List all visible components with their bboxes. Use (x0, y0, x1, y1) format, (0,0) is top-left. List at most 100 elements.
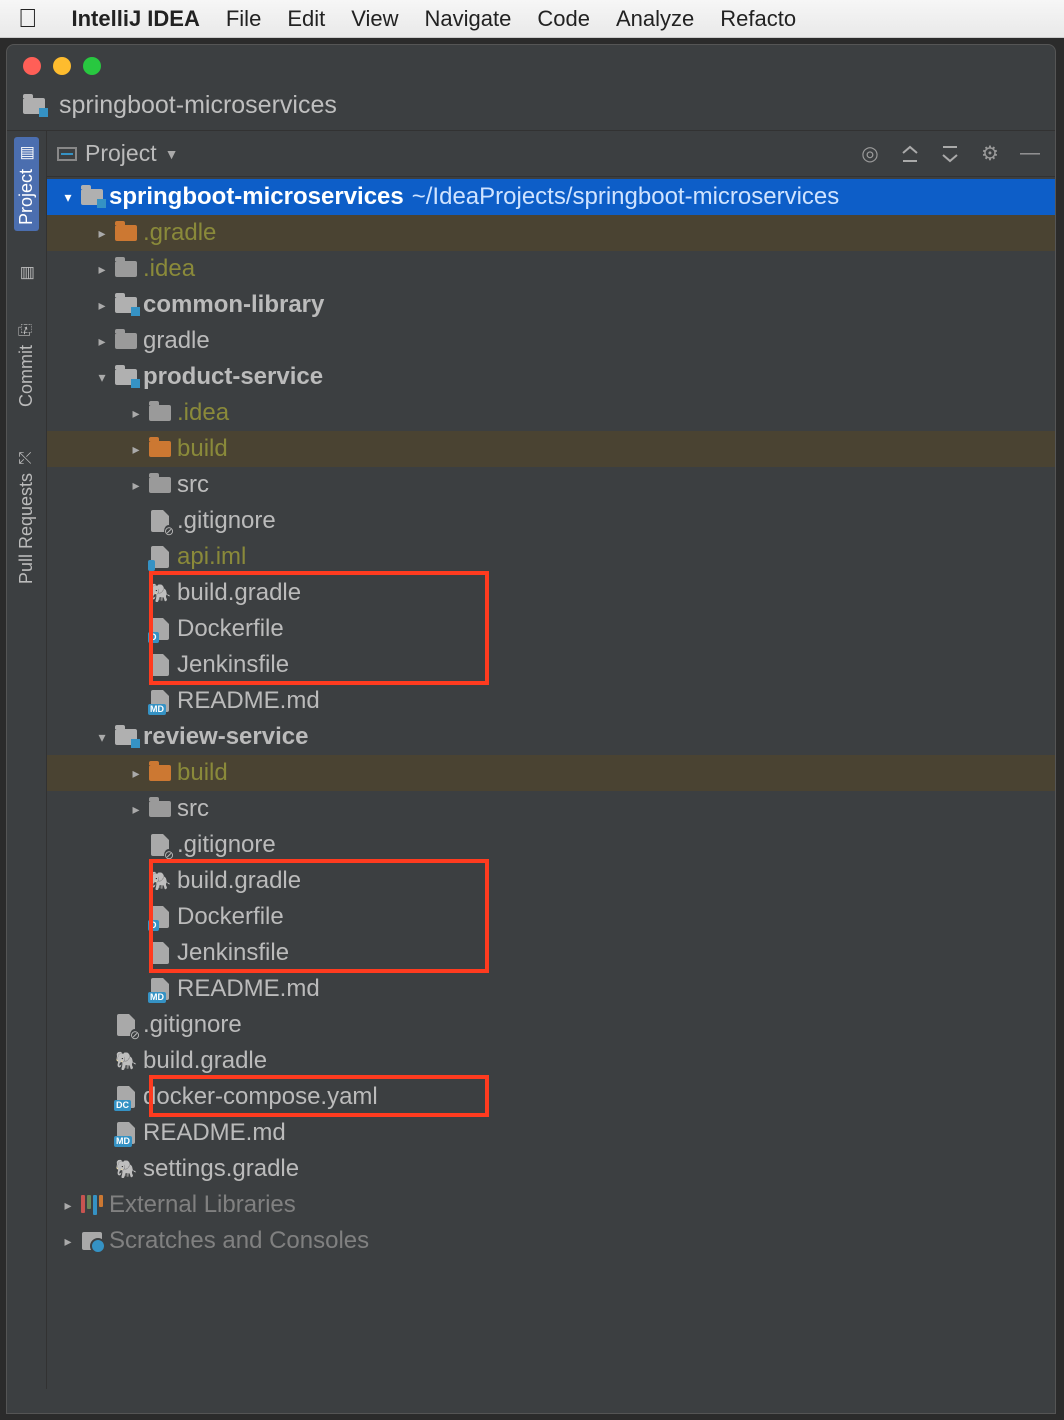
ide-window: springboot-microservices Project ▥ ▤ Com… (6, 44, 1056, 1414)
tree-row-ps-readme[interactable]: MDREADME.md (47, 683, 1055, 719)
tree-row-ps-apiiml[interactable]: api.iml (47, 539, 1055, 575)
menu-edit[interactable]: Edit (287, 6, 325, 32)
tree-row-rs-buildgradle[interactable]: 🐘build.gradle (47, 863, 1055, 899)
module-folder-icon (113, 369, 139, 385)
tree-row-ps-docker[interactable]: DDockerfile (47, 611, 1055, 647)
tree-row-ext-libs[interactable]: ▸ External Libraries (47, 1187, 1055, 1223)
chevron-down-icon: ▼ (165, 146, 179, 162)
window-close-icon[interactable] (23, 57, 41, 75)
navigation-bar[interactable]: springboot-microservices (7, 81, 1055, 131)
menu-navigate[interactable]: Navigate (425, 6, 512, 32)
tree-label: .gitignore (177, 507, 276, 535)
markdown-file-icon: MD (147, 690, 173, 712)
chevron-right-icon[interactable]: ▸ (125, 765, 147, 782)
tree-label: docker-compose.yaml (143, 1083, 378, 1111)
apple-logon-icon[interactable]:  (18, 3, 38, 34)
tree-row-ps-idea[interactable]: ▸.idea (47, 395, 1055, 431)
menu-analyze[interactable]: Analyze (616, 6, 694, 32)
tree-label: build (177, 759, 228, 787)
expand-all-icon[interactable] (895, 139, 925, 169)
tree-label: gradle (143, 327, 210, 355)
folder-icon (147, 405, 173, 421)
chevron-right-icon[interactable]: ▸ (57, 1233, 79, 1250)
tree-label: build.gradle (143, 1047, 267, 1075)
chevron-right-icon[interactable]: ▸ (91, 333, 113, 350)
chevron-right-icon[interactable]: ▸ (125, 801, 147, 818)
chevron-right-icon[interactable]: ▸ (125, 477, 147, 494)
tree-row-root-buildgradle[interactable]: 🐘build.gradle (47, 1043, 1055, 1079)
hide-panel-icon[interactable]: — (1015, 139, 1045, 169)
tree-row-gradle-dot[interactable]: ▸.gradle (47, 215, 1055, 251)
tree-row-ps-build[interactable]: ▸build (47, 431, 1055, 467)
chevron-right-icon[interactable]: ▸ (57, 1197, 79, 1214)
menu-view[interactable]: View (351, 6, 398, 32)
excluded-folder-icon (147, 441, 173, 457)
tree-row-rs-readme[interactable]: MDREADME.md (47, 971, 1055, 1007)
project-tree[interactable]: ▾springboot-microservices~/IdeaProjects/… (47, 177, 1055, 1389)
project-view-icon (57, 147, 77, 161)
chevron-down-icon[interactable]: ▾ (57, 189, 79, 206)
chevron-right-icon[interactable]: ▸ (91, 261, 113, 278)
tree-label: settings.gradle (143, 1155, 299, 1183)
tool-tab-project[interactable]: Project ▥ (14, 137, 39, 231)
chevron-right-icon[interactable]: ▸ (125, 441, 147, 458)
menu-code[interactable]: Code (537, 6, 590, 32)
chevron-right-icon[interactable]: ▸ (125, 405, 147, 422)
chevron-right-icon[interactable]: ▸ (91, 297, 113, 314)
settings-gear-icon[interactable]: ⚙ (975, 139, 1005, 169)
project-view-selector[interactable]: Project ▼ (57, 140, 178, 167)
tree-row-ps-gitignore[interactable]: .gitignore (47, 503, 1055, 539)
tree-row-rs-docker[interactable]: DDockerfile (47, 899, 1055, 935)
tree-row-rs-src[interactable]: ▸ src (47, 791, 1055, 827)
markdown-file-icon: MD (113, 1122, 139, 1144)
tree-row-root-gitignore[interactable]: .gitignore (47, 1007, 1055, 1043)
project-icon: ▥ (17, 145, 37, 160)
tree-row-gradle-dir[interactable]: ▸ gradle (47, 323, 1055, 359)
menubar-app-name[interactable]: IntelliJ IDEA (72, 6, 200, 32)
left-tool-strip: Project ▥ ▤ Commit ⎘ Pull Requests ⤱ (7, 131, 47, 1389)
tree-label: Jenkinsfile (177, 939, 289, 967)
tree-label: .idea (143, 255, 195, 283)
chevron-down-icon[interactable]: ▾ (91, 369, 113, 386)
tree-label: External Libraries (109, 1191, 296, 1219)
tool-tab-pull-requests[interactable]: Pull Requests ⤱ (14, 443, 39, 590)
tool-tab-commit[interactable]: Commit ⎘ (14, 315, 39, 413)
tree-row-rs-jenkins[interactable]: Jenkinsfile (47, 935, 1055, 971)
tree-row-root[interactable]: ▾springboot-microservices~/IdeaProjects/… (47, 179, 1055, 215)
tree-label: build.gradle (177, 579, 301, 607)
macos-menubar:  IntelliJ IDEA File Edit View Navigate … (0, 0, 1064, 38)
window-minimize-icon[interactable] (53, 57, 71, 75)
window-zoom-icon[interactable] (83, 57, 101, 75)
tree-row-rs-build[interactable]: ▸ build (47, 755, 1055, 791)
tree-row-common-lib[interactable]: ▸common-library (47, 287, 1055, 323)
tree-row-idea-dot[interactable]: ▸ .idea (47, 251, 1055, 287)
tree-row-root-settings[interactable]: 🐘settings.gradle (47, 1151, 1055, 1187)
tree-label: src (177, 795, 209, 823)
window-controls (7, 45, 1055, 81)
collapse-all-icon[interactable] (935, 139, 965, 169)
tree-row-scratches[interactable]: ▸ Scratches and Consoles (47, 1223, 1055, 1259)
gitignore-file-icon (113, 1014, 139, 1036)
tree-label: Dockerfile (177, 903, 284, 931)
tree-row-root-readme[interactable]: MDREADME.md (47, 1115, 1055, 1151)
breadcrumb-root[interactable]: springboot-microservices (59, 91, 337, 120)
tree-row-rs-gitignore[interactable]: .gitignore (47, 827, 1055, 863)
tree-row-product-service[interactable]: ▾product-service (47, 359, 1055, 395)
chevron-right-icon[interactable]: ▸ (91, 225, 113, 242)
tree-row-review-service[interactable]: ▾review-service (47, 719, 1055, 755)
tree-label: Scratches and Consoles (109, 1227, 369, 1255)
menu-file[interactable]: File (226, 6, 261, 32)
tree-label: build.gradle (177, 867, 301, 895)
chevron-down-icon[interactable]: ▾ (91, 729, 113, 746)
locate-icon[interactable]: ◎ (855, 139, 885, 169)
tree-row-root-dockercompose[interactable]: DCdocker-compose.yaml (47, 1079, 1055, 1115)
folder-icon (147, 477, 173, 493)
tool-tab-structure[interactable]: ▤ (17, 261, 36, 285)
tree-hint: ~/IdeaProjects/springboot-microservices (412, 183, 840, 211)
tree-label: Dockerfile (177, 615, 284, 643)
tree-row-ps-jenkins[interactable]: Jenkinsfile (47, 647, 1055, 683)
tree-row-ps-src[interactable]: ▸src (47, 467, 1055, 503)
tree-label: .gitignore (143, 1011, 242, 1039)
tree-row-ps-buildgradle[interactable]: 🐘build.gradle (47, 575, 1055, 611)
menu-refactor[interactable]: Refacto (720, 6, 796, 32)
